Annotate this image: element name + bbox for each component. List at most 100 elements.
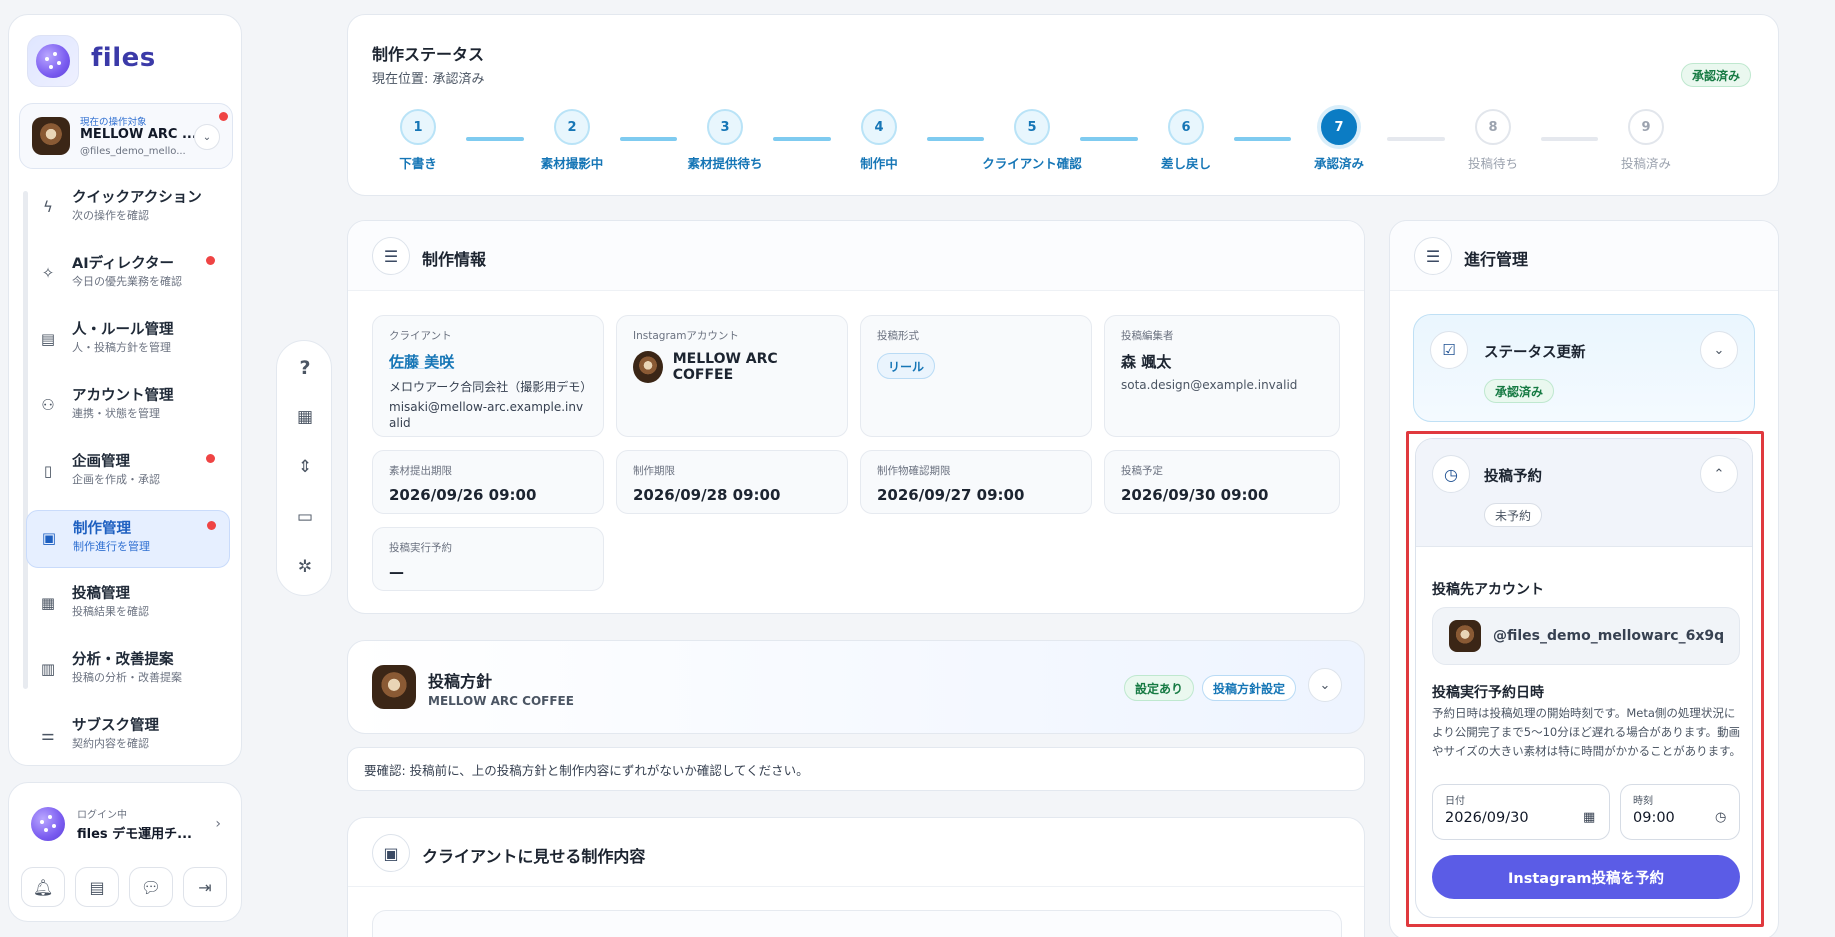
client-content-title: クライアントに見せる制作内容	[422, 847, 646, 866]
review-deadline-value: 2026/09/27 09:00	[877, 486, 1025, 504]
status-update-title: ステータス更新	[1484, 345, 1586, 361]
sidebar-item-4[interactable]: ⚇ アカウント管理 連携・状態を管理	[26, 378, 230, 436]
calendar-icon[interactable]: ▦	[277, 407, 333, 427]
account-switcher[interactable]: 現在の操作対象 MELLOW ARC ... @files_demo_mello…	[19, 103, 233, 169]
sidebar-item-sub: 人・投稿方針を管理	[72, 341, 171, 354]
sidebar-item-sub: 今日の優先業務を確認	[72, 275, 182, 288]
sidebar-item-7[interactable]: ▦ 投稿管理 投稿結果を確認	[26, 576, 230, 634]
post-plan-cell: 投稿予定 2026/09/30 09:00	[1104, 450, 1340, 514]
settings-icon[interactable]: ✲	[277, 557, 333, 577]
step-8: 8 投稿待ち	[1423, 109, 1563, 172]
posting-policy-card: 投稿方針 MELLOW ARC COFFEE 設定あり 投稿方針設定 ⌄	[347, 640, 1365, 734]
content-icon: ▣	[372, 834, 410, 872]
logout-icon[interactable]: ⇥	[183, 867, 227, 907]
policy-sub: MELLOW ARC COFFEE	[428, 694, 574, 708]
step-7: 7 承認済み	[1269, 109, 1409, 172]
document-icon[interactable]: ▤	[75, 867, 119, 907]
status-update-badge: 承認済み	[1484, 379, 1555, 403]
sidebar-item-8[interactable]: ▥ 分析・改善提案 投稿の分析・改善提案	[26, 642, 230, 700]
format-label: 投稿形式	[877, 330, 919, 342]
step-3: 3 素材提供待ち	[655, 109, 795, 172]
list-icon: ☰	[372, 237, 410, 275]
editor-label: 投稿編集者	[1121, 330, 1174, 342]
policy-settings-button[interactable]: 投稿方針設定	[1202, 675, 1297, 701]
chevron-down-icon[interactable]: ⌄	[194, 124, 220, 150]
checkbox-icon: ☑	[1430, 331, 1468, 369]
client-name-link[interactable]: 佐藤 美咲	[389, 351, 587, 372]
sparkle-icon: ✧	[41, 264, 55, 282]
bell-icon[interactable]: 🔔︎	[21, 867, 65, 907]
step-label: 投稿済み	[1620, 156, 1671, 171]
step-6: 6 差し戻し	[1116, 109, 1256, 172]
quick-tools-rail: ? ▦ ⇕ ▭ ✲	[276, 340, 332, 596]
progress-title: 進行管理	[1464, 250, 1529, 269]
step-number: 6	[1168, 109, 1204, 145]
policy-avatar	[372, 665, 416, 709]
sidebar-item-1[interactable]: ϟ クイックアクション 次の操作を確認	[26, 180, 230, 238]
notification-dot	[219, 112, 228, 121]
rules-icon: ▤	[40, 330, 56, 348]
user-panel: ログイン中 files デモ運用チ... › 🔔︎ ▤ 💬︎ ⇥	[8, 782, 242, 922]
step-2: 2 素材撮影中	[502, 109, 642, 172]
account-name: MELLOW ARC ...	[80, 127, 197, 142]
comment-icon[interactable]: ▭	[277, 507, 333, 527]
status-badge: 承認済み	[1681, 63, 1752, 87]
step-label: 素材提供待ち	[687, 156, 763, 171]
sidebar-item-9[interactable]: ⚌ サブスク管理 契約内容を確認	[26, 708, 230, 766]
info-header	[348, 221, 1364, 291]
step-4: 4 制作中	[809, 109, 949, 172]
production-deadline-label: 制作期限	[633, 465, 675, 477]
instagram-account: MELLOW ARC COFFEE	[672, 351, 778, 383]
sidebar-item-sub: 企画を作成・承認	[72, 473, 160, 486]
sidebar-item-label: 投稿管理	[72, 586, 130, 602]
sidebar-item-3[interactable]: ▤ 人・ルール管理 人・投稿方針を管理	[26, 312, 230, 370]
production-status-card: 制作ステータス 現在位置: 承認済み 承認済み 1 下書き 2 素材撮影中 3 素材提供待…	[347, 14, 1779, 196]
step-label: 素材撮影中	[540, 156, 604, 171]
account-handle: @files_demo_mello...	[80, 146, 186, 157]
notification-dot	[206, 256, 215, 265]
help-icon[interactable]: ?	[277, 357, 333, 379]
step-number: 5	[1014, 109, 1050, 145]
chevron-down-icon[interactable]: ⌄	[1308, 668, 1342, 702]
notification-dot	[207, 521, 216, 530]
post-plan-label: 投稿予定	[1121, 465, 1163, 477]
collapse-icon[interactable]: ⇕	[277, 457, 333, 477]
bolt-icon: ϟ	[43, 198, 53, 216]
chat-icon[interactable]: 💬︎	[129, 867, 173, 907]
chevron-right-icon: ›	[215, 816, 221, 832]
calendar-icon: ▦	[40, 594, 56, 612]
sidebar-item-6[interactable]: ▣ 制作管理 制作進行を管理	[26, 510, 230, 568]
step-label: クライアント確認	[982, 156, 1082, 171]
editor-email: sota.design@example.invalid	[1121, 378, 1298, 392]
users-icon: ⚇	[41, 396, 55, 414]
user-avatar-icon	[31, 807, 65, 841]
step-number: 9	[1628, 109, 1664, 145]
client-content-card: ▣ クライアントに見せる制作内容	[347, 817, 1365, 937]
sliders-icon: ⚌	[41, 726, 55, 744]
sidebar-item-2[interactable]: ✧ AIディレクター 今日の優先業務を確認	[26, 246, 230, 304]
chevron-down-icon[interactable]: ⌄	[1700, 331, 1738, 369]
production-info-card: ☰ 制作情報 クライアント 佐藤 美咲 メロウアーク合同会社（撮影用デモ） mi…	[347, 220, 1365, 614]
client-email: misaki@mellow-arc.example.invalid	[389, 400, 584, 430]
user-menu[interactable]: ログイン中 files デモ運用チ... ›	[21, 799, 231, 849]
client-label: クライアント	[389, 330, 452, 342]
step-5: 5 クライアント確認	[962, 109, 1102, 172]
divider	[348, 886, 1364, 887]
list-icon: ☰	[1414, 237, 1452, 275]
sidebar-item-label: AIディレクター	[72, 256, 175, 272]
sidebar-item-sub: 次の操作を確認	[72, 209, 149, 222]
status-update-panel[interactable]: ☑ ステータス更新 承認済み ⌄	[1413, 314, 1755, 422]
step-label: 投稿待ち	[1467, 156, 1518, 171]
step-number: 1	[400, 109, 436, 145]
brand-logo[interactable]	[27, 35, 79, 87]
sidebar-item-sub: 制作進行を管理	[73, 540, 150, 553]
sidebar-item-label: 企画管理	[72, 454, 130, 470]
sidebar-item-sub: 投稿の分析・改善提案	[72, 671, 182, 684]
sidebar-item-5[interactable]: ▯ 企画管理企画を作成・承認	[26, 444, 230, 502]
instagram-avatar	[633, 351, 663, 383]
user-caption: ログイン中	[77, 810, 127, 821]
chart-file-icon: ▥	[40, 660, 56, 678]
client-cell: クライアント 佐藤 美咲 メロウアーク合同会社（撮影用デモ） misaki@me…	[372, 315, 604, 437]
document-icon: ▯	[43, 462, 53, 480]
sidebar-item-sub: 連携・状態を管理	[72, 407, 160, 420]
